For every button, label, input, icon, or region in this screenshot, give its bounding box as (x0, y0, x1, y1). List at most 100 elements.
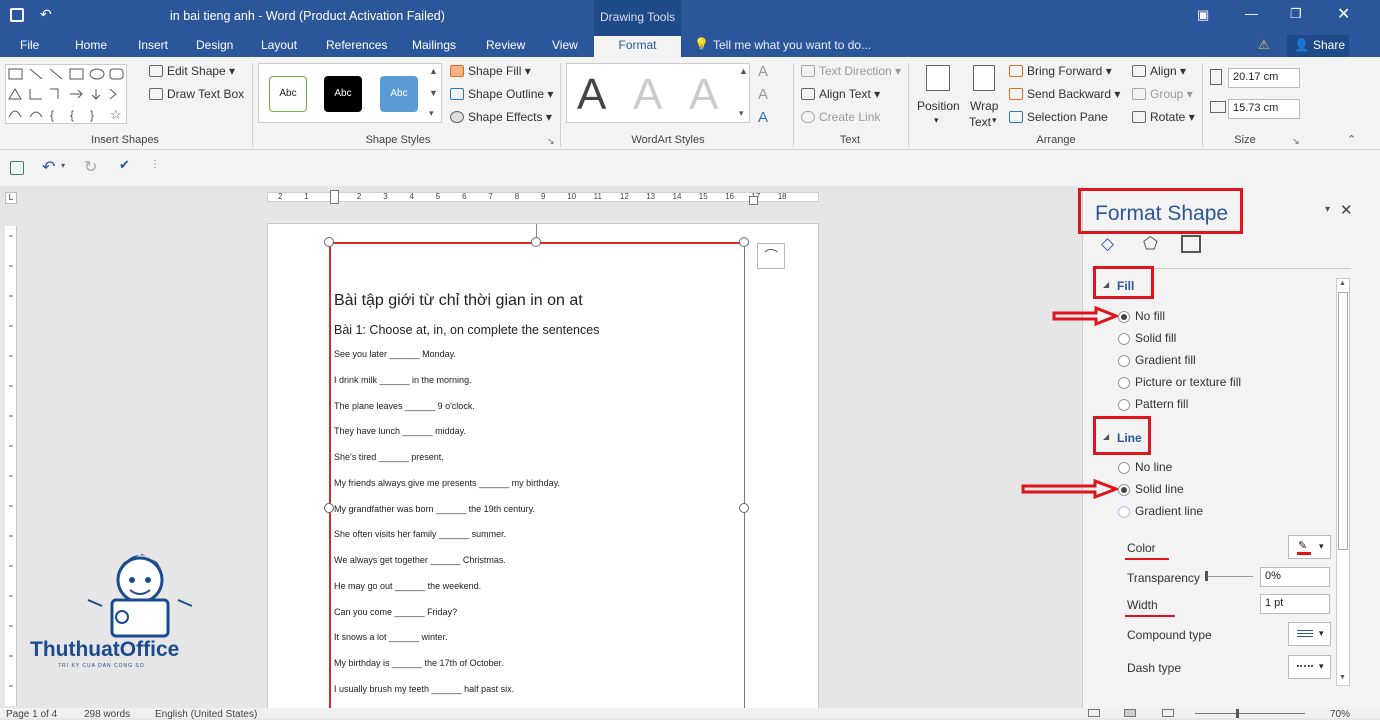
transparency-slider-thumb[interactable] (1205, 571, 1208, 581)
tell-me-box[interactable]: Tell me what you want to do... (713, 38, 871, 52)
wrap-text-button-line2[interactable]: Text (969, 115, 991, 129)
position-dropdown-icon[interactable]: ▾ (934, 115, 939, 126)
warning-icon[interactable]: ⚠ (1258, 37, 1270, 53)
position-button[interactable]: Position (917, 99, 960, 113)
wordart-style-3[interactable]: A (689, 70, 718, 120)
undo-dropdown-icon[interactable]: ▾ (61, 161, 65, 170)
indent-marker[interactable] (330, 190, 339, 204)
gallery-scroll-up-icon[interactable]: ▲ (429, 66, 438, 76)
transparency-slider-track[interactable] (1207, 576, 1253, 577)
height-input[interactable]: 20.17 cm (1228, 68, 1300, 88)
send-backward-button[interactable]: Send Backward ▾ (1009, 87, 1120, 101)
transparency-input[interactable]: 0% (1260, 567, 1330, 587)
right-indent-marker[interactable] (749, 196, 758, 205)
line-option-label[interactable]: Solid line (1135, 482, 1184, 496)
minimize-icon[interactable]: — (1245, 6, 1258, 21)
tab-references[interactable]: References (326, 36, 387, 57)
tab-home[interactable]: Home (75, 36, 107, 57)
line-option-label[interactable]: Gradient line (1135, 504, 1203, 518)
style-swatch-black[interactable]: Abc (324, 76, 362, 112)
tab-view[interactable]: View (552, 36, 578, 57)
wordart-scroll-up-icon[interactable]: ▲ (739, 66, 748, 76)
rotate-button[interactable]: Rotate ▾ (1132, 110, 1195, 124)
scroll-down-icon[interactable]: ▼ (1339, 674, 1346, 681)
text-effects-icon[interactable]: A (758, 109, 768, 126)
panel-scroll-thumb[interactable] (1338, 292, 1348, 550)
resize-handle-right[interactable] (739, 503, 749, 513)
wordart-gallery[interactable]: A A A ▲ ▾ (566, 63, 750, 123)
align-button[interactable]: Align ▾ (1132, 64, 1186, 78)
size-dialog-launcher-icon[interactable]: ↘ (1292, 136, 1300, 147)
bring-forward-button[interactable]: Bring Forward ▾ (1009, 64, 1112, 78)
shape-fill-button[interactable]: Shape Fill ▾ (450, 64, 531, 78)
draw-text-box-button[interactable]: Draw Text Box (149, 87, 244, 101)
compound-type-dropdown[interactable]: ▾ (1288, 622, 1331, 646)
resize-handle-top-right[interactable] (739, 237, 749, 247)
line-color-picker[interactable]: ✎ ▾ (1288, 535, 1331, 559)
panel-close-icon[interactable]: ✕ (1340, 201, 1353, 219)
text-direction-button[interactable]: Text Direction ▾ (801, 64, 901, 78)
close-icon[interactable]: ✕ (1337, 4, 1350, 24)
customize-qat-icon[interactable]: ⋮ (150, 159, 160, 170)
dialog-launcher-icon[interactable]: ↘ (547, 136, 555, 147)
language-status[interactable]: English (United States) (155, 709, 257, 720)
fill-option-radio[interactable] (1118, 377, 1130, 389)
line-option-radio[interactable] (1118, 506, 1130, 518)
tab-layout[interactable]: Layout (261, 36, 297, 57)
group-button[interactable]: Group ▾ (1132, 87, 1193, 101)
dash-type-dropdown[interactable]: ▾ (1288, 655, 1331, 679)
wrap-text-dropdown-icon[interactable]: ▾ (992, 115, 997, 126)
panel-options-dropdown-icon[interactable]: ▾ (1325, 204, 1330, 215)
web-layout-icon[interactable] (1162, 709, 1174, 717)
resize-handle-left[interactable] (324, 503, 334, 513)
restore-icon[interactable]: ❐ (1290, 6, 1302, 22)
zoom-slider[interactable] (1195, 713, 1305, 714)
save-icon[interactable] (10, 8, 24, 22)
fill-option-radio[interactable] (1118, 311, 1130, 323)
resize-handle-top[interactable] (531, 237, 541, 247)
fill-option-radio[interactable] (1118, 399, 1130, 411)
style-swatch-outline[interactable]: Abc (269, 76, 307, 112)
spelling-check-icon[interactable]: ✔ (119, 157, 130, 173)
fill-line-tab-icon[interactable]: ◇ (1101, 234, 1114, 254)
align-text-button[interactable]: Align Text ▾ (801, 87, 880, 101)
word-count[interactable]: 298 words (84, 709, 130, 720)
layout-options-icon[interactable]: ⌒ (757, 243, 785, 269)
fill-option-radio[interactable] (1118, 355, 1130, 367)
undo-icon[interactable]: ↶ (42, 157, 55, 177)
save-icon[interactable] (10, 161, 24, 175)
tab-selector[interactable]: L (5, 192, 17, 204)
shape-styles-gallery[interactable]: Abc Abc Abc ▲ ▼ ▾ (258, 63, 442, 123)
tab-review[interactable]: Review (486, 36, 525, 57)
selection-pane-button[interactable]: Selection Pane (1009, 110, 1108, 124)
tab-design[interactable]: Design (196, 36, 233, 57)
edit-shape-button[interactable]: Edit Shape ▾ (149, 64, 235, 78)
style-swatch-blue[interactable]: Abc (380, 76, 418, 112)
tab-mailings[interactable]: Mailings (412, 36, 456, 57)
page-count[interactable]: Page 1 of 4 (6, 709, 57, 720)
tab-format[interactable]: Format (594, 36, 681, 57)
wordart-more-icon[interactable]: ▾ (739, 108, 744, 119)
text-outline-icon[interactable]: A (758, 86, 768, 103)
fill-option-label[interactable]: Gradient fill (1135, 353, 1196, 367)
zoom-level[interactable]: 70% (1330, 709, 1350, 720)
fill-option-label[interactable]: No fill (1135, 309, 1165, 323)
read-mode-icon[interactable] (1088, 709, 1100, 717)
scroll-up-icon[interactable]: ▲ (1339, 280, 1346, 287)
text-fill-icon[interactable]: A (758, 63, 768, 80)
fill-option-label[interactable]: Picture or texture fill (1135, 375, 1241, 389)
resize-handle-top-left[interactable] (324, 237, 334, 247)
wrap-text-button[interactable]: Wrap (970, 99, 998, 113)
wordart-style-1[interactable]: A (577, 70, 606, 120)
gallery-scroll-down-icon[interactable]: ▼ (429, 88, 438, 98)
shape-effects-button[interactable]: Shape Effects ▾ (450, 110, 552, 124)
ribbon-display-icon[interactable]: ▣ (1197, 7, 1209, 23)
undo-icon[interactable]: ↶ (40, 6, 52, 23)
tab-insert[interactable]: Insert (138, 36, 168, 57)
zoom-slider-thumb[interactable] (1236, 709, 1239, 718)
collapse-ribbon-icon[interactable]: ⌃ (1347, 133, 1356, 146)
fill-option-label[interactable]: Pattern fill (1135, 397, 1188, 411)
shapes-gallery[interactable]: { { } ☆ (5, 64, 127, 124)
fill-option-label[interactable]: Solid fill (1135, 331, 1176, 345)
line-width-input[interactable]: 1 pt (1260, 594, 1330, 614)
